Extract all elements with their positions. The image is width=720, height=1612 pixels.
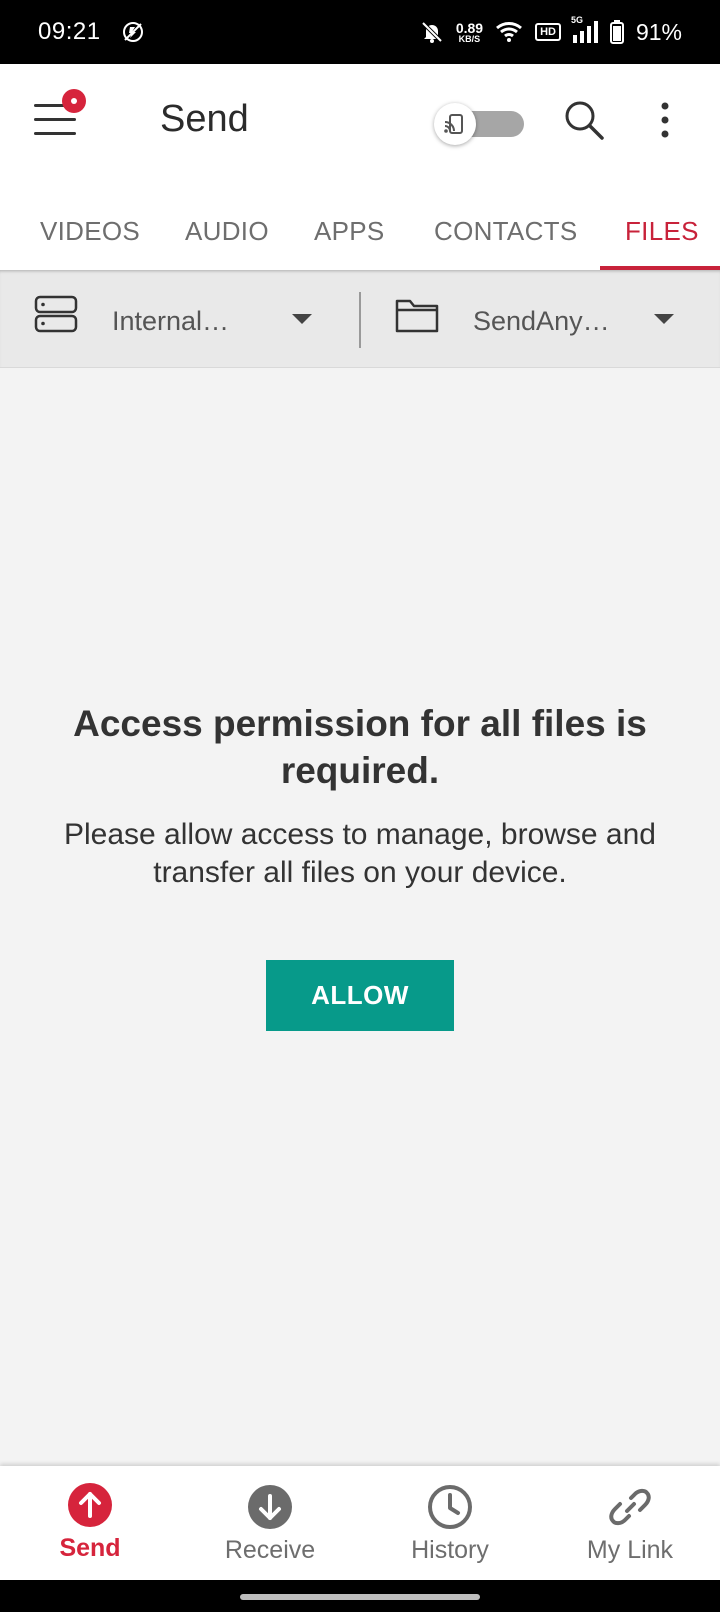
nav-receive[interactable]: Receive — [180, 1466, 360, 1580]
folder-icon — [395, 299, 439, 333]
nav-my-link-label: My Link — [586, 1536, 674, 1564]
cast-icon — [434, 103, 476, 145]
battery-icon — [609, 20, 624, 44]
nav-history-label: History — [411, 1536, 489, 1564]
hd-badge: HD — [535, 23, 561, 41]
chevron-down-icon — [654, 314, 674, 324]
folder-label: SendAny… — [473, 306, 610, 336]
category-tabs: VIDEOS AUDIO APPS CONTACTS FILES — [0, 180, 720, 270]
tab-contacts[interactable]: CONTACTS — [434, 216, 577, 247]
wifi-icon — [496, 22, 523, 42]
permission-body: Please allow access to manage, browse an… — [63, 818, 656, 889]
battery-percent: 91% — [635, 18, 682, 45]
cast-toggle[interactable] — [434, 103, 524, 145]
gesture-area — [0, 1580, 720, 1612]
tab-apps[interactable]: APPS — [314, 216, 385, 247]
status-bar: 09:21 0.89 KB/S HD 5G 91% — [0, 0, 720, 64]
link-icon — [609, 1488, 651, 1526]
file-toolbar: Internal… SendAny… — [0, 270, 720, 368]
search-icon[interactable] — [562, 98, 606, 142]
home-gesture-bar[interactable] — [240, 1594, 480, 1600]
tab-audio[interactable]: AUDIO — [185, 216, 269, 247]
bell-muted-icon — [421, 21, 443, 43]
chevron-down-icon — [292, 314, 312, 324]
bottom-nav: Send Receive History My Link — [0, 1466, 720, 1580]
nav-receive-label: Receive — [224, 1536, 316, 1564]
notification-badge — [62, 89, 86, 113]
status-time: 09:21 — [38, 18, 101, 45]
clock-icon — [428, 1485, 472, 1529]
page-title: Send — [160, 98, 249, 140]
status-icons: 0.89 KB/S HD 5G 91% — [420, 15, 682, 46]
tab-files[interactable]: FILES — [625, 216, 699, 247]
divider — [359, 292, 361, 348]
storage-icon — [34, 295, 78, 333]
no-data-icon — [122, 22, 143, 42]
nav-send[interactable]: Send — [0, 1466, 180, 1580]
download-arrow-icon — [248, 1485, 292, 1529]
permission-message: Access permission for all files is requi… — [0, 700, 720, 892]
upload-arrow-icon — [68, 1483, 112, 1527]
storage-label: Internal… — [112, 306, 230, 336]
allow-button[interactable]: ALLOW — [266, 960, 454, 1031]
permission-title: Access permission for all files is requi… — [73, 703, 647, 791]
tab-videos[interactable]: VIDEOS — [40, 216, 140, 247]
network-speed: 0.89 KB/S — [455, 19, 484, 44]
nav-history[interactable]: History — [360, 1466, 540, 1580]
more-options-icon[interactable] — [650, 98, 680, 142]
nav-send-label: Send — [59, 1534, 121, 1562]
signal-icon: 5G — [571, 15, 598, 43]
nav-my-link[interactable]: My Link — [540, 1466, 720, 1580]
